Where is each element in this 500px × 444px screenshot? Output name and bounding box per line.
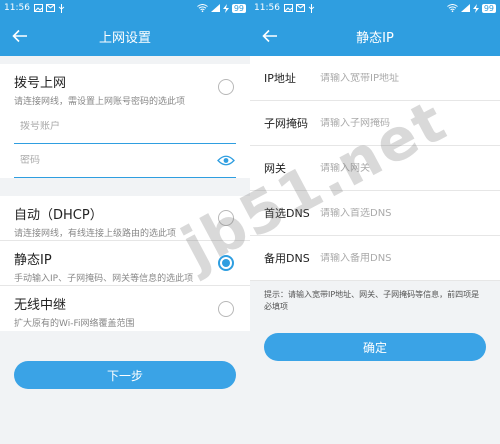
- options-card: 拨号上网 请连接网线，需设置上网账号密码的选此项: [0, 64, 250, 178]
- field-label: IP地址: [264, 72, 296, 85]
- wifi-icon: [197, 4, 208, 12]
- option-dhcp[interactable]: 自动（DHCP） 请连接网线，有线连接上级路由的选此项: [0, 196, 250, 241]
- app-bar: 上网设置: [0, 16, 250, 56]
- subnet-mask-row: 子网掩码: [250, 101, 500, 146]
- option-title: 自动（DHCP）: [14, 208, 103, 223]
- account-input[interactable]: [14, 121, 236, 132]
- option-dialup[interactable]: 拨号上网 请连接网线，需设置上网账号密码的选此项: [0, 64, 250, 110]
- back-arrow-icon: [12, 29, 27, 43]
- status-time: 11:56: [254, 3, 280, 13]
- option-description: 手动输入IP、子网掩码、网关等信息的选此项: [14, 274, 194, 284]
- gallery-icon: [283, 4, 293, 12]
- static-ip-form: IP地址 子网掩码 网关 首选DNS 备用DNS: [250, 56, 500, 281]
- field-label: 子网掩码: [264, 117, 308, 130]
- option-title: 无线中继: [14, 298, 67, 313]
- option-description: 扩大原有的Wi-Fi网络覆盖范围: [14, 319, 135, 329]
- signal-icon: [210, 4, 220, 12]
- status-bar: 11:56 99: [0, 0, 250, 16]
- show-password-icon[interactable]: [216, 154, 236, 168]
- mail-icon: [45, 4, 55, 12]
- radio-static-ip[interactable]: [218, 255, 234, 271]
- radio-wireless-repeater[interactable]: [218, 300, 234, 317]
- field-label: 网关: [264, 162, 286, 175]
- status-time: 11:56: [4, 3, 30, 13]
- signal-icon: [460, 4, 470, 12]
- charging-icon: [472, 3, 479, 13]
- subnet-mask-input[interactable]: [320, 117, 500, 129]
- account-field: [14, 110, 236, 144]
- option-wireless-repeater[interactable]: 无线中继 扩大原有的Wi-Fi网络覆盖范围: [0, 286, 250, 331]
- option-static-ip[interactable]: 静态IP 手动输入IP、子网掩码、网关等信息的选此项: [0, 241, 250, 286]
- secondary-dns-input[interactable]: [320, 252, 500, 264]
- mail-icon: [295, 4, 305, 12]
- ip-address-input[interactable]: [320, 72, 500, 84]
- left-screen: 11:56 99 上网设置 拨号上网 请连接网线，需设置上网账号密码的选此项 拨…: [0, 0, 250, 444]
- next-button[interactable]: 下一步: [14, 361, 236, 389]
- app-bar: 静态IP: [250, 16, 500, 56]
- secondary-dns-row: 备用DNS: [250, 236, 500, 281]
- gateway-row: 网关: [250, 146, 500, 191]
- back-button[interactable]: [0, 16, 40, 56]
- battery-level: 99: [481, 3, 496, 13]
- usb-icon: [308, 3, 315, 13]
- option-title: 拨号上网: [14, 76, 67, 91]
- field-label: 首选DNS: [264, 207, 310, 220]
- wifi-icon: [447, 4, 458, 12]
- option-title: 静态IP: [14, 253, 52, 268]
- confirm-button[interactable]: 确定: [264, 333, 486, 361]
- ip-address-row: IP地址: [250, 56, 500, 101]
- option-description: 请连接网线，有线连接上级路由的选此项: [14, 229, 177, 239]
- charging-icon: [222, 3, 229, 13]
- password-input[interactable]: [14, 155, 216, 166]
- option-description: 请连接网线，需设置上网账号密码的选此项: [14, 97, 186, 107]
- field-label: 备用DNS: [264, 252, 310, 265]
- radio-dhcp[interactable]: [218, 210, 234, 226]
- usb-icon: [58, 3, 65, 13]
- gallery-icon: [33, 4, 43, 12]
- radio-dialup[interactable]: [218, 79, 234, 95]
- status-bar: 11:56 99: [250, 0, 500, 16]
- gateway-input[interactable]: [320, 162, 500, 174]
- back-button[interactable]: [250, 16, 290, 56]
- back-arrow-icon: [262, 29, 277, 43]
- primary-dns-row: 首选DNS: [250, 191, 500, 236]
- password-field: [14, 144, 236, 178]
- right-screen: 11:56 99 静态IP IP地址 子网掩码 网关: [250, 0, 500, 444]
- primary-dns-input[interactable]: [320, 207, 500, 219]
- options-card-2: 自动（DHCP） 请连接网线，有线连接上级路由的选此项 静态IP 手动输入IP、…: [0, 196, 250, 331]
- hint-text: 提示：请输入宽带IP地址、网关、子网掩码等信息，前四项是必填项: [264, 290, 480, 311]
- battery-level: 99: [231, 3, 246, 13]
